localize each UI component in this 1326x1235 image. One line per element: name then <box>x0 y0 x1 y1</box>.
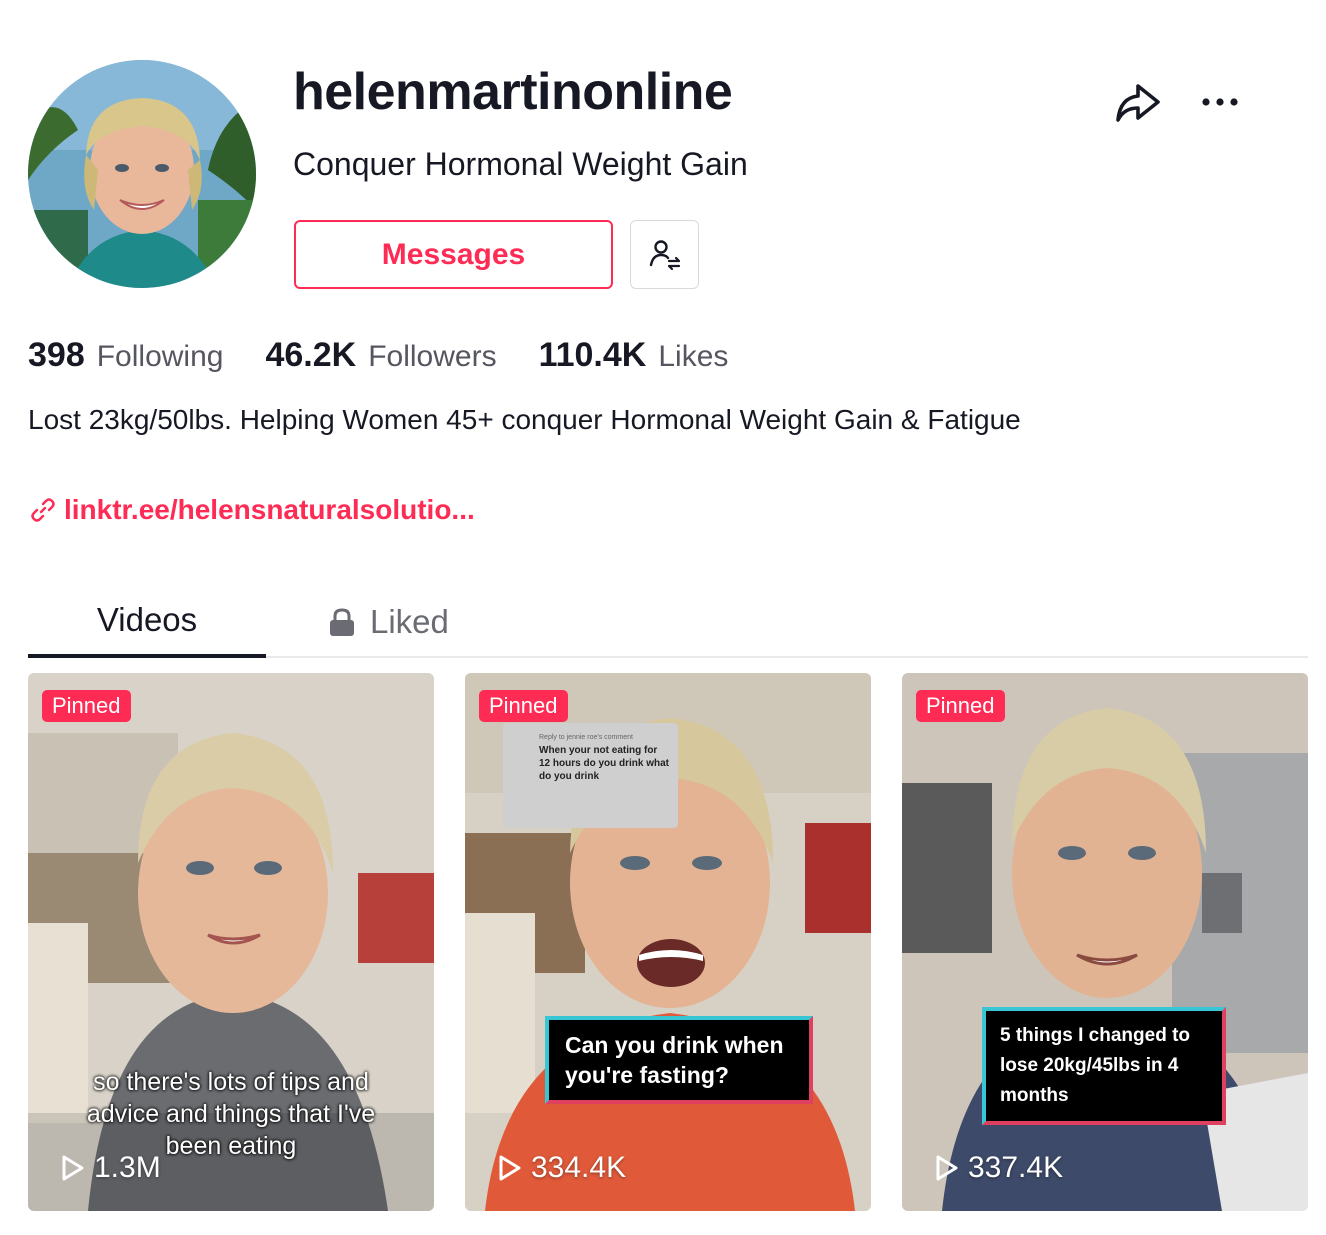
reply-text: When your not eating for 12 hours do you… <box>539 745 670 782</box>
video-overlay-text: Can you drink when you're fasting? <box>545 1016 813 1104</box>
avatar-image <box>28 60 256 288</box>
view-count-text: 1.3M <box>94 1151 161 1184</box>
reply-comment-bubble: Reply to jennie roe's comment When your … <box>503 723 678 828</box>
profile-avatar[interactable] <box>28 60 256 288</box>
video-caption: so there's lots of tips and advice and t… <box>86 1068 376 1160</box>
video-thumbnail <box>902 673 1308 1211</box>
profile-link-text: linktr.ee/helensnaturalsolutio... <box>64 494 475 525</box>
stat-value: 110.4K <box>538 336 647 374</box>
play-icon <box>62 1155 84 1181</box>
username: helenmartinonline <box>293 63 733 121</box>
more-icon[interactable] <box>1196 88 1246 116</box>
stat-likes: 110.4K Likes <box>539 336 729 375</box>
stat-label: Following <box>96 340 224 373</box>
reply-header: Reply to jennie roe's comment <box>539 734 633 741</box>
pinned-badge: Pinned <box>916 690 1005 722</box>
play-icon <box>499 1155 521 1181</box>
view-count-text: 337.4K <box>968 1151 1064 1184</box>
lock-icon <box>330 607 354 636</box>
stat-value: 398 <box>28 336 85 374</box>
tab-liked[interactable]: Liked <box>328 585 449 658</box>
view-count-text: 334.4K <box>531 1151 627 1184</box>
video-overlay-text: 5 things I changed to lose 20kg/45lbs in… <box>982 1007 1226 1125</box>
video-card[interactable]: Pinned 5 things I changed to lose 20kg/4… <box>902 673 1308 1211</box>
video-card[interactable]: Pinned so there's lots of tips and advic… <box>28 673 434 1211</box>
play-icon <box>936 1155 958 1181</box>
stat-label: Likes <box>658 340 729 373</box>
profile-stats: 398 Following 46.2K Followers 110.4K Lik… <box>28 336 770 375</box>
view-count: 1.3M <box>60 1151 161 1185</box>
follow-swap-button[interactable] <box>630 220 699 289</box>
view-count: 337.4K <box>934 1151 1063 1185</box>
share-icon[interactable] <box>1112 80 1162 126</box>
profile-tabs: Videos Liked <box>28 585 1308 658</box>
tab-label: Videos <box>96 600 198 638</box>
view-count: 334.4K <box>497 1151 626 1185</box>
link-icon <box>31 498 55 522</box>
follow-swap-icon <box>649 239 680 270</box>
video-card[interactable]: Pinned Reply to jennie roe's comment Whe… <box>465 673 871 1211</box>
profile-bio: Lost 23kg/50lbs. Helping Women 45+ conqu… <box>28 404 1021 435</box>
nickname: Conquer Hormonal Weight Gain <box>293 146 748 182</box>
tab-label: Liked <box>370 602 449 640</box>
pinned-badge: Pinned <box>42 690 131 722</box>
stat-followers[interactable]: 46.2K Followers <box>265 336 496 375</box>
stat-label: Followers <box>368 340 497 373</box>
stat-value: 46.2K <box>265 336 357 374</box>
stat-following[interactable]: 398 Following <box>28 336 223 375</box>
messages-button[interactable]: Messages <box>294 220 613 289</box>
profile-link[interactable]: linktr.ee/helensnaturalsolutio... <box>30 494 475 526</box>
pinned-badge: Pinned <box>479 690 568 722</box>
tab-videos[interactable]: Videos <box>28 585 266 658</box>
